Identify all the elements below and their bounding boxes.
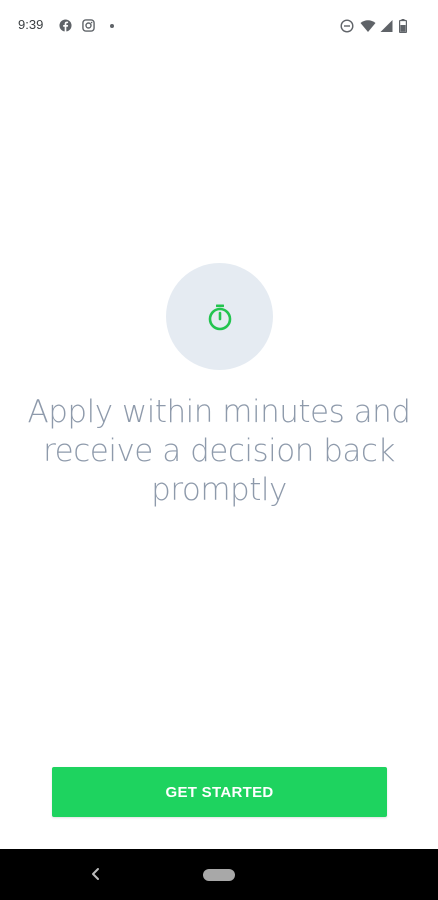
home-pill-icon[interactable] — [203, 869, 235, 881]
instagram-icon — [82, 19, 95, 32]
cellular-signal-icon — [380, 20, 393, 32]
wifi-icon — [360, 20, 376, 32]
battery-icon — [399, 19, 407, 33]
facebook-icon — [59, 19, 72, 32]
notification-dot — [110, 24, 114, 28]
onboarding-headline: Apply within minutes and receive a decis… — [27, 394, 411, 508]
get-started-button[interactable]: GET STARTED — [52, 767, 387, 817]
status-bar: 9:39 — [0, 0, 438, 52]
navigation-bar — [0, 849, 438, 900]
hero-icon-circle — [166, 263, 273, 370]
status-time: 9:39 — [18, 17, 44, 32]
onboarding-screen: 9:39 Apply within minutes and receive a … — [0, 0, 438, 900]
stopwatch-icon — [208, 304, 231, 330]
do-not-disturb-icon — [340, 19, 354, 33]
back-icon[interactable] — [86, 864, 106, 884]
